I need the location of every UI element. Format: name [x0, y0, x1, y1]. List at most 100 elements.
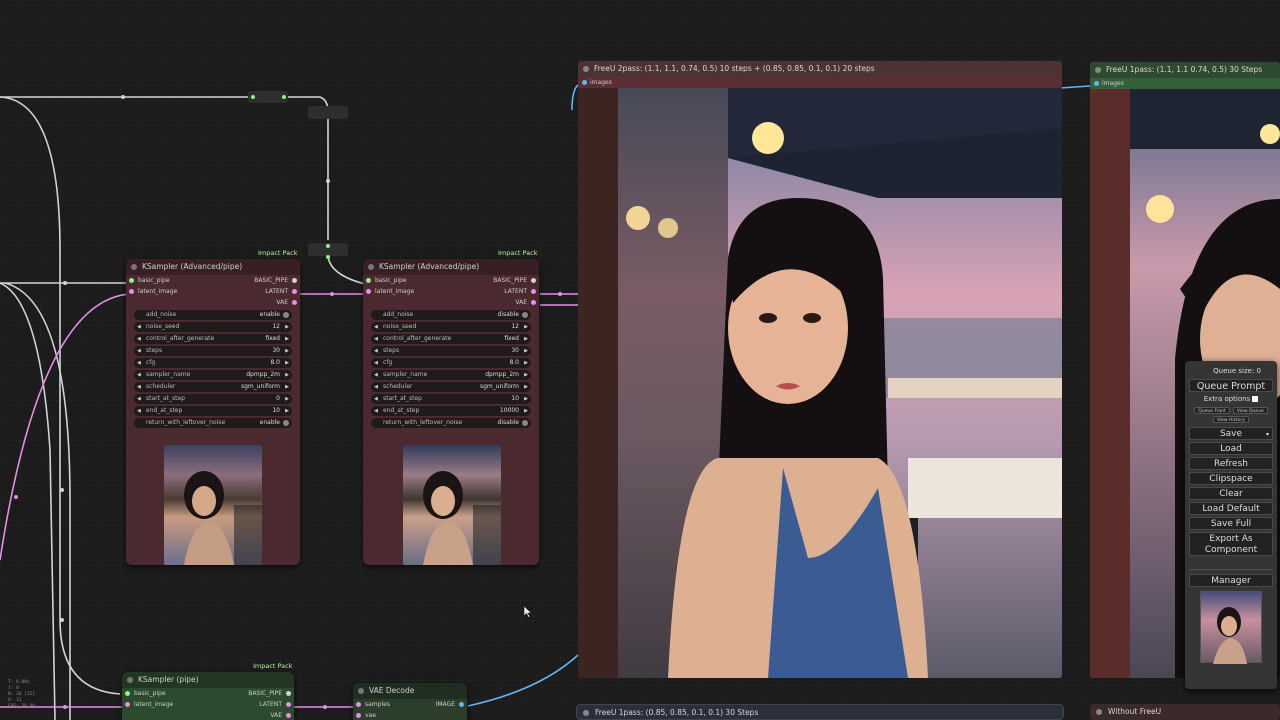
widget-sampler-name[interactable]: sampler_name ◀ dpmpp_2m ▶	[371, 370, 531, 380]
decrement-arrow-icon[interactable]: ◀	[374, 358, 378, 368]
extra-options-row[interactable]: Extra options	[1189, 394, 1273, 405]
history-thumbnail[interactable]	[1200, 591, 1262, 664]
widget-sampler-name[interactable]: sampler_name ◀ dpmpp_2m ▶	[134, 370, 292, 380]
decrement-arrow-icon[interactable]: ◀	[374, 382, 378, 392]
input-pin-icon[interactable]	[125, 691, 130, 696]
save-button[interactable]: Save ▾	[1189, 427, 1273, 440]
node-title[interactable]: KSampler (Advanced/pipe)	[126, 259, 300, 275]
output-pin-icon[interactable]	[531, 278, 536, 283]
widget-return-with-leftover-noise[interactable]: return_with_leftover_noise disable	[371, 418, 531, 428]
increment-arrow-icon[interactable]: ▶	[524, 322, 528, 332]
output-pin-icon[interactable]	[286, 691, 291, 696]
collapse-dot-icon[interactable]	[131, 264, 137, 270]
queue-menu-panel[interactable]: Queue size: 0 Queue Prompt Extra options…	[1185, 361, 1277, 689]
save-dropdown-arrow-icon[interactable]: ▾	[1266, 428, 1269, 441]
widget-return-with-leftover-noise[interactable]: return_with_leftover_noise enable	[134, 418, 292, 428]
increment-arrow-icon[interactable]: ▶	[285, 334, 289, 344]
widget-start-at-step[interactable]: start_at_step ◀ 10 ▶	[371, 394, 531, 404]
view-history-button[interactable]: View History	[1212, 416, 1250, 423]
decrement-arrow-icon[interactable]: ◀	[137, 406, 141, 416]
increment-arrow-icon[interactable]: ▶	[285, 370, 289, 380]
decrement-arrow-icon[interactable]: ◀	[374, 370, 378, 380]
increment-arrow-icon[interactable]: ▶	[524, 346, 528, 356]
ksampler-pipe-node[interactable]: KSampler (pipe) basic_pipe BASIC_PIPE lat…	[122, 672, 294, 720]
output-pin-icon[interactable]	[292, 278, 297, 283]
input-pin-icon[interactable]	[125, 702, 130, 707]
input-pin-icon[interactable]	[129, 278, 134, 283]
widget-start-at-step[interactable]: start_at_step ◀ 0 ▶	[134, 394, 292, 404]
collapsed-viewer-freeu-1pass[interactable]: FreeU 1pass: (0.85, 0.85, 0.1, 0.1) 30 S…	[576, 704, 1064, 720]
generated-image[interactable]	[578, 88, 1062, 678]
increment-arrow-icon[interactable]: ▶	[285, 382, 289, 392]
export-as-component-button[interactable]: Export As Component	[1189, 532, 1273, 556]
collapse-dot-icon[interactable]	[1095, 67, 1101, 73]
toggle-knob-icon[interactable]	[522, 420, 528, 426]
collapse-dot-icon[interactable]	[1096, 709, 1102, 715]
queue-prompt-button[interactable]: Queue Prompt	[1189, 379, 1273, 392]
collapse-dot-icon[interactable]	[368, 264, 374, 270]
widget-control-after-generate[interactable]: control_after_generate ◀ fixed ▶	[371, 334, 531, 344]
increment-arrow-icon[interactable]: ▶	[524, 334, 528, 344]
increment-arrow-icon[interactable]: ▶	[524, 406, 528, 416]
increment-arrow-icon[interactable]: ▶	[524, 370, 528, 380]
node-title[interactable]: KSampler (Advanced/pipe)	[363, 259, 539, 275]
increment-arrow-icon[interactable]: ▶	[285, 322, 289, 332]
output-pin-icon[interactable]	[531, 300, 536, 305]
widget-cfg[interactable]: cfg ◀ 8.0 ▶	[134, 358, 292, 368]
increment-arrow-icon[interactable]: ▶	[285, 406, 289, 416]
decrement-arrow-icon[interactable]: ◀	[374, 346, 378, 356]
decrement-arrow-icon[interactable]: ◀	[374, 334, 378, 344]
vae-decode-node[interactable]: VAE Decode samples IMAGE vae	[353, 683, 467, 720]
clipspace-button[interactable]: Clipspace	[1189, 472, 1273, 485]
widget-add-noise[interactable]: add_noise enable	[134, 310, 292, 320]
ksampler-advanced-pipe-node-1[interactable]: KSampler (Advanced/pipe) basic_pipe BASIC…	[126, 259, 300, 565]
widget-scheduler[interactable]: scheduler ◀ sgm_uniform ▶	[371, 382, 531, 392]
output-pin-icon[interactable]	[459, 702, 464, 707]
decrement-arrow-icon[interactable]: ◀	[374, 394, 378, 404]
widget-noise-seed[interactable]: noise_seed ◀ 12 ▶	[134, 322, 292, 332]
collapse-dot-icon[interactable]	[583, 710, 589, 716]
preview-thumbnail[interactable]	[164, 445, 262, 565]
input-pin-icon[interactable]	[356, 702, 361, 707]
view-queue-button[interactable]: View Queue	[1232, 407, 1268, 414]
output-pin-icon[interactable]	[292, 289, 297, 294]
save-full-button[interactable]: Save Full	[1189, 517, 1273, 530]
widget-cfg[interactable]: cfg ◀ 8.0 ▶	[371, 358, 531, 368]
output-pin-icon[interactable]	[292, 300, 297, 305]
decrement-arrow-icon[interactable]: ◀	[374, 406, 378, 416]
input-pin-icon[interactable]	[366, 278, 371, 283]
increment-arrow-icon[interactable]: ▶	[524, 394, 528, 404]
load-button[interactable]: Load	[1189, 442, 1273, 455]
preview-thumbnail[interactable]	[403, 445, 501, 565]
output-pin-icon[interactable]	[531, 289, 536, 294]
collapse-dot-icon[interactable]	[583, 66, 589, 72]
decrement-arrow-icon[interactable]: ◀	[137, 394, 141, 404]
input-pin-icon[interactable]	[582, 80, 587, 85]
toggle-knob-icon[interactable]	[283, 312, 289, 318]
input-pin-icon[interactable]	[1094, 81, 1099, 86]
widget-steps[interactable]: steps ◀ 30 ▶	[371, 346, 531, 356]
image-viewer-freeu-2pass[interactable]: FreeU 2pass: (1.1, 1.1, 0.74, 0.5) 10 st…	[578, 61, 1062, 678]
refresh-button[interactable]: Refresh	[1189, 457, 1273, 470]
increment-arrow-icon[interactable]: ▶	[285, 394, 289, 404]
decrement-arrow-icon[interactable]: ◀	[374, 322, 378, 332]
clear-button[interactable]: Clear	[1189, 487, 1273, 500]
node-graph-canvas[interactable]: Impact Pack KSampler (Advanced/pipe) bas…	[0, 0, 1280, 720]
input-pin-icon[interactable]	[356, 713, 361, 718]
output-pin-icon[interactable]	[286, 713, 291, 718]
increment-arrow-icon[interactable]: ▶	[285, 358, 289, 368]
widget-noise-seed[interactable]: noise_seed ◀ 12 ▶	[371, 322, 531, 332]
widget-control-after-generate[interactable]: control_after_generate ◀ fixed ▶	[134, 334, 292, 344]
load-default-button[interactable]: Load Default	[1189, 502, 1273, 515]
input-pin-icon[interactable]	[129, 289, 134, 294]
collapse-dot-icon[interactable]	[358, 688, 364, 694]
decrement-arrow-icon[interactable]: ◀	[137, 358, 141, 368]
node-title[interactable]: FreeU 2pass: (1.1, 1.1, 0.74, 0.5) 10 st…	[578, 61, 1062, 77]
output-pin-icon[interactable]	[286, 702, 291, 707]
extra-options-checkbox[interactable]	[1252, 396, 1259, 402]
node-title[interactable]: VAE Decode	[353, 683, 467, 699]
ksampler-advanced-pipe-node-2[interactable]: KSampler (Advanced/pipe) basic_pipe BASIC…	[363, 259, 539, 565]
toggle-knob-icon[interactable]	[283, 420, 289, 426]
widget-scheduler[interactable]: scheduler ◀ sgm_uniform ▶	[134, 382, 292, 392]
widget-end-at-step[interactable]: end_at_step ◀ 10 ▶	[134, 406, 292, 416]
